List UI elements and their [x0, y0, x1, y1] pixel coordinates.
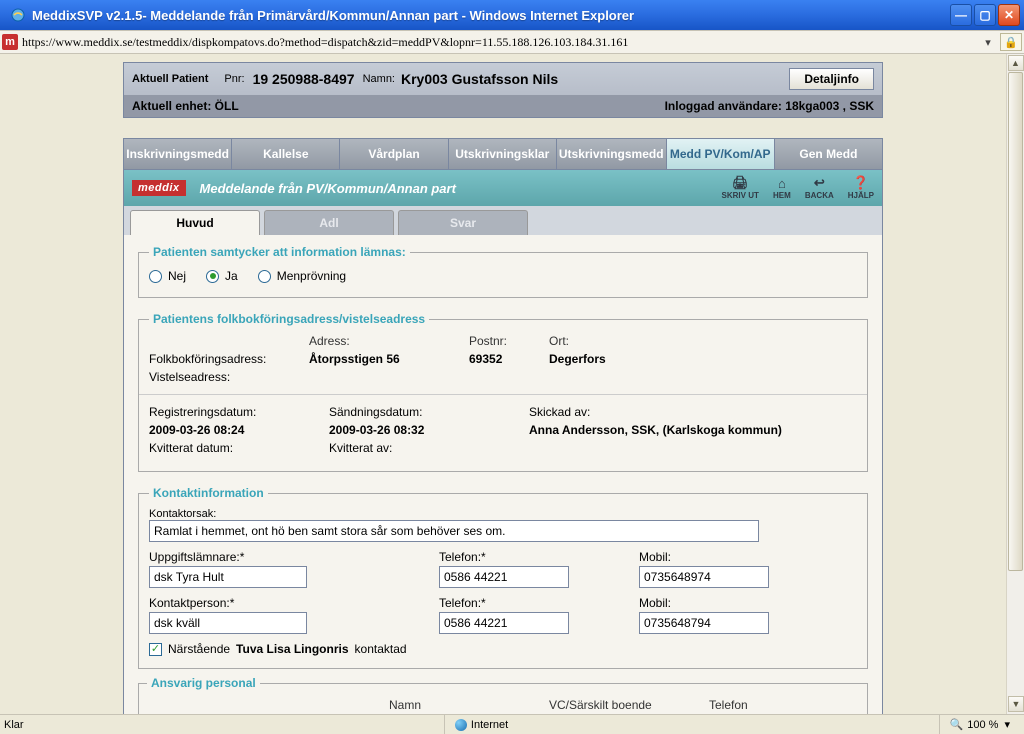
ansvarig-legend: Ansvarig personal — [147, 676, 260, 690]
kontakt-fieldset: Kontaktinformation Kontaktorsak: Uppgift… — [138, 486, 868, 669]
kontaktorsak-input[interactable] — [149, 520, 759, 542]
minimize-button[interactable]: — — [950, 4, 972, 26]
meddix-logo: meddix — [132, 180, 186, 196]
status-bar: Klar Internet 🔍 100 % ▾ — [0, 714, 1024, 734]
url-text[interactable]: https://www.meddix.se/testmeddix/dispkom… — [22, 35, 980, 50]
print-icon: 🖨 — [731, 176, 749, 190]
address-legend: Patientens folkbokföringsadress/vistelse… — [149, 312, 429, 326]
window-buttons: — ▢ ✕ — [950, 4, 1020, 26]
ansvarig-fieldset: Ansvarig personal Namn VC/Särskilt boend… — [138, 683, 868, 714]
folk-label: Folkbokföringsadress: — [149, 352, 309, 366]
site-favicon: m — [2, 34, 18, 50]
aktuell-enhet: Aktuell enhet: ÖLL — [132, 99, 239, 113]
sub-header: meddix Meddelande från PV/Kommun/Annan p… — [123, 170, 883, 206]
radio-ja[interactable] — [206, 270, 219, 283]
form-area: Patienten samtycker att information lämn… — [123, 235, 883, 714]
globe-icon — [455, 719, 467, 731]
folk-ort: Degerfors — [549, 352, 857, 366]
uppg-tel-input[interactable] — [439, 566, 569, 588]
namn-label: Namn: — [363, 73, 395, 85]
main-nav-tabs: Inskrivningsmedd Kallelse Vårdplan Utskr… — [123, 138, 883, 170]
narstaende-name: Tuva Lisa Lingonris — [236, 642, 348, 656]
send-date: 2009-03-26 08:32 — [329, 423, 529, 437]
zoom-dropdown-icon[interactable]: ▾ — [1004, 718, 1010, 731]
tool-print[interactable]: 🖨SKRIV UT — [722, 176, 759, 200]
uppg-mobil-input[interactable] — [639, 566, 769, 588]
tool-help[interactable]: ❓HJÄLP — [848, 176, 874, 200]
tool-back[interactable]: ↩BACKA — [805, 176, 834, 200]
uppgiftslamnare-input[interactable] — [149, 566, 307, 588]
form-tab-huvud[interactable]: Huvud — [130, 210, 260, 235]
address-bar: m https://www.meddix.se/testmeddix/dispk… — [0, 30, 1024, 54]
sub-header-title: Meddelande från PV/Kommun/Annan part — [200, 181, 456, 196]
tab-medd-pv-kom-ap[interactable]: Medd PV/Kom/AP — [667, 139, 775, 169]
kontakt-legend: Kontaktinformation — [149, 486, 268, 500]
namn-value: Kry003 Gustafsson Nils — [401, 71, 558, 87]
pnr-label: Pnr: — [224, 73, 244, 85]
help-icon: ❓ — [852, 176, 870, 190]
tab-vardplan[interactable]: Vårdplan — [340, 139, 448, 169]
form-tab-row: Huvud Adl Svar — [123, 206, 883, 235]
folk-postnr: 69352 — [469, 352, 549, 366]
tab-kallelse[interactable]: Kallelse — [232, 139, 340, 169]
maximize-button[interactable]: ▢ — [974, 4, 996, 26]
form-tab-adl[interactable]: Adl — [264, 210, 394, 235]
kontaktorsak-label: Kontaktorsak: — [149, 508, 857, 520]
address-fieldset: Patientens folkbokföringsadress/vistelse… — [138, 312, 868, 472]
kontakt-tel-input[interactable] — [439, 612, 569, 634]
scroll-thumb[interactable] — [1008, 72, 1023, 571]
tab-utskrivningsklar[interactable]: Utskrivningsklar — [449, 139, 557, 169]
tab-inskrivningsmedd[interactable]: Inskrivningsmedd — [124, 139, 232, 169]
form-tab-svar[interactable]: Svar — [398, 210, 528, 235]
folk-adress: Åtorpsstigen 56 — [309, 352, 469, 366]
sent-by: Anna Andersson, SSK, (Karlskoga kommun) — [529, 423, 857, 437]
narstaende-checkbox[interactable]: ✓ — [149, 643, 162, 656]
vertical-scrollbar[interactable]: ▲ ▼ — [1006, 54, 1024, 714]
home-icon: ⌂ — [773, 176, 791, 190]
lock-icon: 🔒 — [1000, 33, 1022, 51]
pnr-value: 19 250988-8497 — [253, 71, 355, 87]
zoom-icon: 🔍 — [950, 718, 964, 731]
tab-utskrivningsmedd[interactable]: Utskrivningsmedd — [557, 139, 667, 169]
status-klar: Klar — [4, 719, 24, 731]
patient-bar: Aktuell Patient Pnr: 19 250988-8497 Namn… — [123, 62, 883, 118]
aktuell-patient-label: Aktuell Patient — [132, 73, 208, 85]
kontaktperson-input[interactable] — [149, 612, 307, 634]
back-icon: ↩ — [810, 176, 828, 190]
kontakt-mobil-input[interactable] — [639, 612, 769, 634]
ie-icon — [10, 7, 26, 23]
vist-label: Vistelseadress: — [149, 370, 309, 384]
status-zone-internet: Internet — [444, 715, 518, 734]
status-zoom[interactable]: 🔍 100 % ▾ — [939, 715, 1020, 734]
radio-menprovning[interactable] — [258, 270, 271, 283]
consent-fieldset: Patienten samtycker att information lämn… — [138, 245, 868, 298]
detaljinfo-button[interactable]: Detaljinfo — [789, 68, 874, 90]
scroll-down-button[interactable]: ▼ — [1008, 696, 1024, 712]
scroll-up-button[interactable]: ▲ — [1008, 55, 1024, 71]
logged-in-user: Inloggad användare: 18kga003 , SSK — [665, 99, 874, 113]
reg-date: 2009-03-26 08:24 — [149, 423, 329, 437]
tool-home[interactable]: ⌂HEM — [773, 176, 791, 200]
window-titlebar: MeddixSVP v2.1.5- Meddelande från Primär… — [0, 0, 1024, 30]
tab-gen-medd[interactable]: Gen Medd — [775, 139, 882, 169]
consent-legend: Patienten samtycker att information lämn… — [149, 245, 410, 259]
url-dropdown-icon[interactable]: ▾ — [980, 36, 996, 49]
close-button[interactable]: ✕ — [998, 4, 1020, 26]
radio-nej[interactable] — [149, 270, 162, 283]
window-title: MeddixSVP v2.1.5- Meddelande från Primär… — [32, 8, 950, 23]
